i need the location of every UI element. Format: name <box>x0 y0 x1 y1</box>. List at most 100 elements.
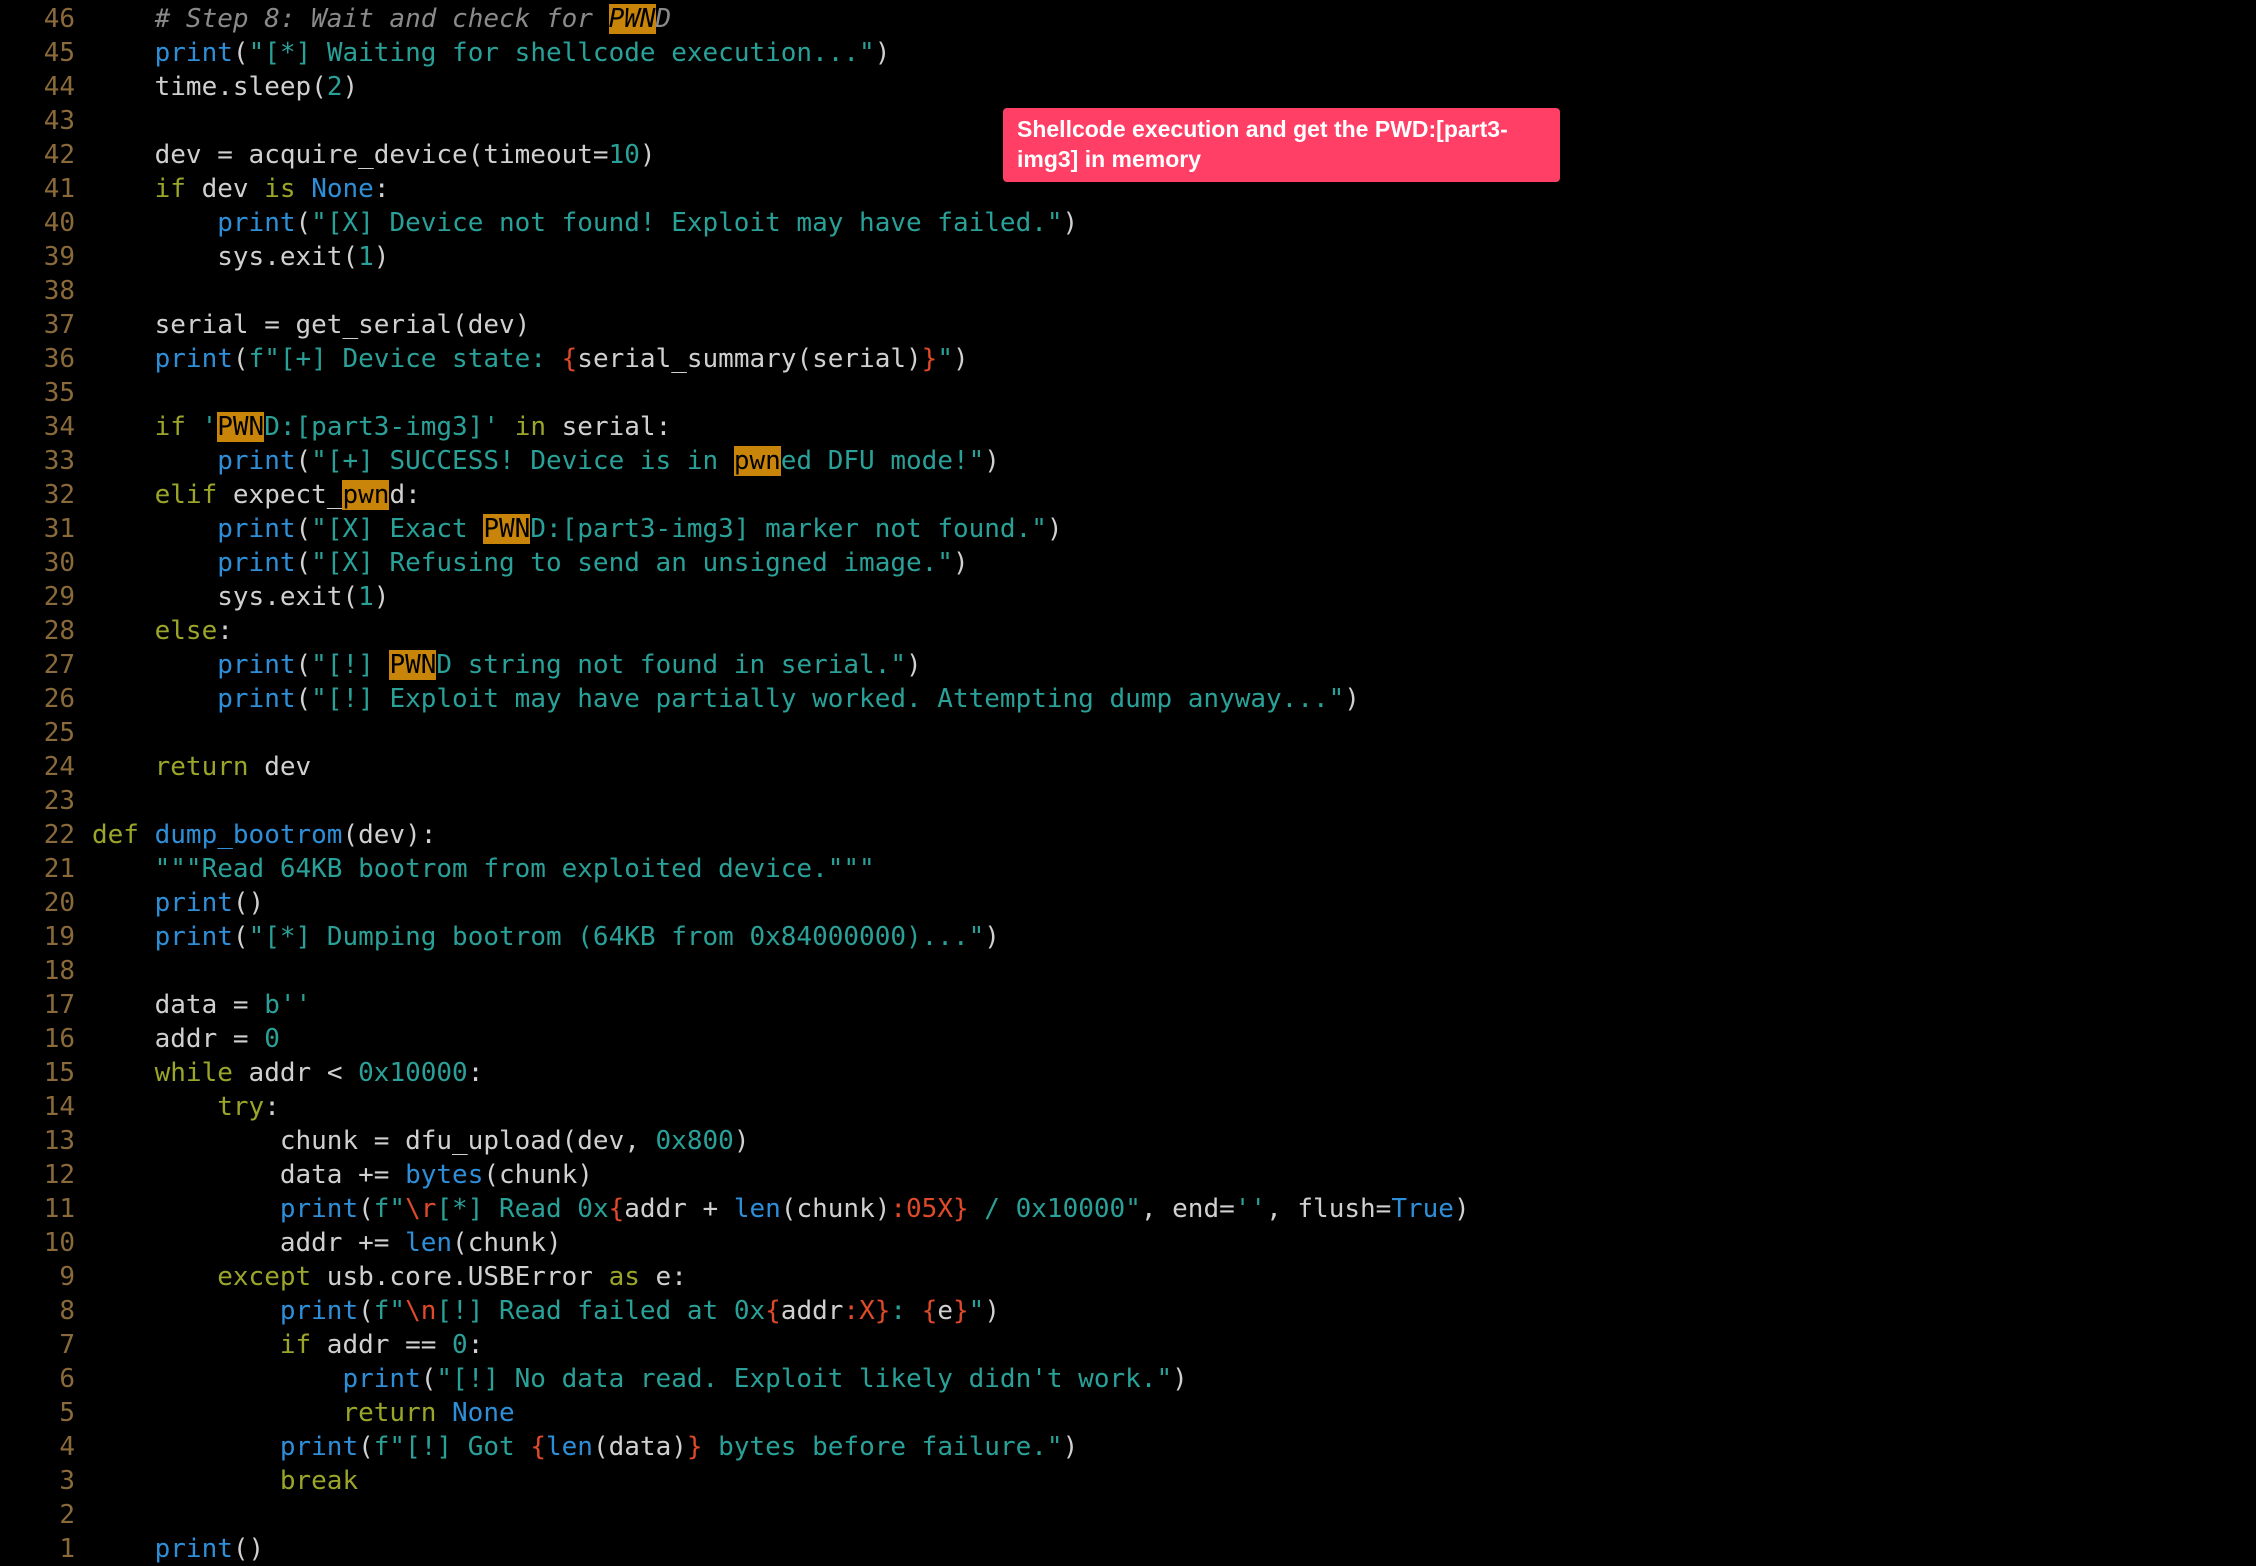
code-token: addr <box>780 1296 844 1326</box>
code-token: serial = get_serial(dev) <box>154 310 531 340</box>
line-number: 12 <box>43 1160 75 1190</box>
code-token: (data) <box>592 1432 687 1462</box>
code-text: return None <box>92 1396 515 1430</box>
line-number: 11 <box>43 1194 75 1224</box>
code-token: 1 <box>358 242 374 272</box>
code-text: return dev <box>92 750 312 784</box>
code-text: sys.exit(1) <box>92 580 389 614</box>
code-token: data += <box>279 1160 406 1190</box>
search-highlight: PWN <box>483 514 531 544</box>
line-number: 21 <box>43 854 75 884</box>
code-token: len <box>545 1432 593 1462</box>
code-token: print <box>217 548 296 578</box>
code-token: print <box>154 888 233 918</box>
code-token: time.sleep( <box>154 72 327 102</box>
code-token: :X} <box>843 1296 891 1326</box>
code-text: dev = acquire_device(timeout=10) <box>92 138 656 172</box>
code-token: \r <box>405 1194 437 1224</box>
code-token: ( <box>295 514 312 544</box>
code-token: return <box>342 1398 437 1428</box>
code-token: ) <box>1453 1194 1470 1224</box>
code-token: break <box>279 1466 359 1496</box>
code-text: elif expect_pwnd: <box>92 478 421 512</box>
code-token: return <box>154 752 249 782</box>
code-editor[interactable]: 46 # Step 8: Wait and check for PWND 45 p… <box>0 0 2256 1564</box>
line-number: 29 <box>43 582 75 612</box>
code-token: "[*] Dumping bootrom (64KB from 0x840000… <box>248 922 985 952</box>
code-token: 10 <box>608 140 640 170</box>
code-text: break <box>92 1464 358 1498</box>
code-token: ) <box>373 582 390 612</box>
code-token: None <box>452 1398 515 1428</box>
line-number: 41 <box>43 174 75 204</box>
line-number: 10 <box>43 1228 75 1258</box>
code-text: while addr < 0x10000: <box>92 1056 484 1090</box>
code-token: ed DFU mode!" <box>780 446 985 476</box>
line-number: 38 <box>43 276 75 306</box>
code-token: " <box>968 1296 985 1326</box>
code-token: "[X] Refusing to send an unsigned image.… <box>311 548 953 578</box>
code-token: f"[+] Device state: <box>248 344 562 374</box>
code-token: print <box>279 1432 359 1462</box>
code-token: / 0x10000" <box>968 1194 1141 1224</box>
code-token: data = <box>154 990 265 1020</box>
code-text: print("[*] Waiting for shellcode executi… <box>92 36 891 70</box>
code-token: "[+] SUCCESS! Device is in <box>311 446 734 476</box>
code-token: (dev): <box>342 820 437 850</box>
line-number: 28 <box>43 616 75 646</box>
code-token: (chunk) <box>780 1194 891 1224</box>
code-token: serial_summary(serial) <box>577 344 922 374</box>
code-token: ( <box>295 208 312 238</box>
code-text: print("[X] Exact PWND:[part3-img3] marke… <box>92 512 1063 546</box>
line-number: 42 <box>43 140 75 170</box>
code-token: "[!] Exploit may have partially worked. … <box>311 684 1345 714</box>
code-token: ( <box>232 922 249 952</box>
code-token: ) <box>1344 684 1360 714</box>
code-token: D:[part3-img3]' <box>264 412 500 442</box>
search-highlight: PWN <box>389 650 437 680</box>
code-text: print(f"[!] Got {len(data)} bytes before… <box>92 1430 1078 1464</box>
code-token: if <box>279 1330 312 1360</box>
code-token: sys.exit( <box>217 242 359 272</box>
code-token: { <box>765 1296 781 1326</box>
code-token: print <box>217 684 296 714</box>
code-token: # Step 8: Wait and check for <box>154 4 609 34</box>
code-token: dev = acquire_device(timeout= <box>154 140 609 170</box>
line-number: 37 <box>43 310 75 340</box>
line-number: 6 <box>59 1364 75 1394</box>
code-token: addr += <box>279 1228 406 1258</box>
code-token: { <box>921 1296 938 1326</box>
line-number: 30 <box>43 548 75 578</box>
code-token: addr < <box>232 1058 359 1088</box>
code-token: sys.exit( <box>217 582 359 612</box>
code-token: print <box>279 1194 359 1224</box>
code-token: ) <box>639 140 656 170</box>
code-token: ) <box>1172 1364 1188 1394</box>
code-token: ' <box>201 412 218 442</box>
code-token: ) <box>1046 514 1063 544</box>
code-token: except <box>217 1262 312 1292</box>
code-token: ) <box>984 446 1000 476</box>
code-token: "[X] Exact <box>311 514 484 544</box>
code-token: ) <box>874 38 891 68</box>
code-text: if addr == 0: <box>92 1328 484 1362</box>
code-token: """Read 64KB bootrom from exploited devi… <box>154 854 875 884</box>
code-token: print <box>342 1364 421 1394</box>
code-token: ( <box>420 1364 437 1394</box>
